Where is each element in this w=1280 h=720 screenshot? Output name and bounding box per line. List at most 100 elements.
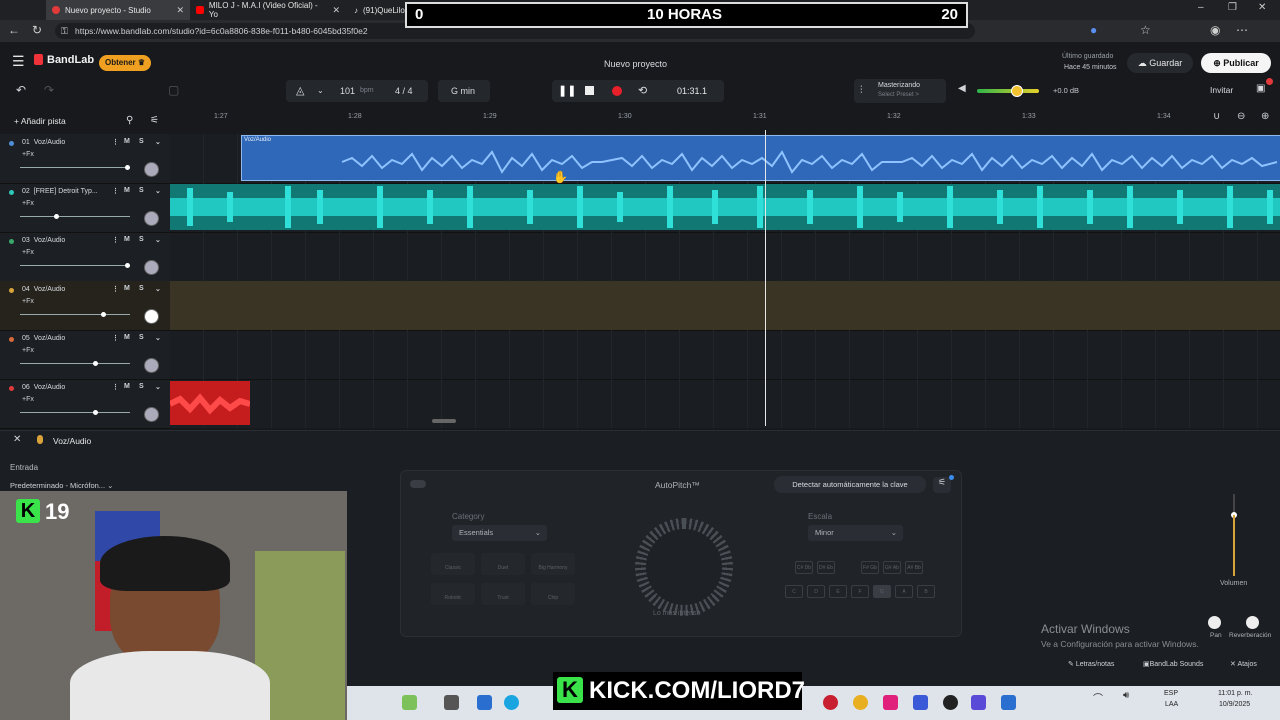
track-volume-slider[interactable] [20, 165, 130, 170]
chevron-down-icon[interactable]: ⌄ [155, 138, 161, 146]
app-icon[interactable] [823, 695, 838, 710]
track-options-icon[interactable]: ⋮ [112, 236, 119, 244]
key-b[interactable]: B [917, 585, 935, 598]
track-volume-slider[interactable] [20, 361, 130, 366]
scale-select[interactable]: Minor ⌄ [808, 525, 903, 541]
favorites-icon[interactable]: ☆ [1140, 23, 1151, 37]
language-indicator[interactable]: ESP [1164, 690, 1178, 697]
metronome-icon[interactable]: ◬ [296, 84, 304, 97]
track-name[interactable]: 03 Voz/Audio [22, 237, 65, 244]
edge-icon[interactable] [504, 695, 519, 710]
pan-dial[interactable] [144, 358, 159, 373]
layout-indicator[interactable]: LAA [1165, 701, 1178, 708]
track-options-icon[interactable]: ⋮ [112, 334, 119, 342]
add-track-button[interactable]: + Añadir pista [14, 116, 66, 126]
track-header-05[interactable]: 05 Voz/Audio +Fx ⋮ M S ⌄ [0, 330, 170, 380]
track-header-03[interactable]: 03 Voz/Audio +Fx ⋮ M S ⌄ [0, 232, 170, 282]
shortcuts-link[interactable]: ✕ Atajos [1230, 660, 1257, 668]
pan-dial[interactable] [144, 260, 159, 275]
mute-speaker-icon[interactable]: ◀︎ [958, 83, 966, 94]
obs-icon[interactable] [943, 695, 958, 710]
weather-icon[interactable] [402, 695, 417, 710]
track-name[interactable]: 04 Voz/Audio [22, 286, 65, 293]
tab-youtube[interactable]: MILO J - M.A.I (Video Oficial) - Yo ✕ [190, 0, 346, 20]
track-fx-button[interactable]: +Fx [22, 249, 34, 256]
chevron-down-icon[interactable]: ⌄ [155, 334, 161, 342]
track-fx-button[interactable]: +Fx [22, 347, 34, 354]
autopitch-toggle[interactable] [410, 480, 426, 488]
mute-button[interactable]: M [124, 285, 130, 292]
preset-big-harmony[interactable]: Big Harmony [531, 553, 575, 575]
chevron-down-icon[interactable]: ⌄ [155, 383, 161, 391]
master-volume-slider[interactable] [977, 85, 1039, 97]
track-volume-slider[interactable] [20, 312, 130, 317]
key-selector[interactable]: G min [438, 80, 490, 102]
close-tab-icon[interactable]: ✕ [332, 5, 340, 16]
volume-knob[interactable] [125, 165, 130, 170]
redo-icon[interactable]: ↷ [44, 83, 54, 97]
panel-volume-slider[interactable] [1231, 494, 1237, 576]
key-a[interactable]: A [895, 585, 913, 598]
hamburger-menu-icon[interactable]: ☰ [12, 53, 25, 70]
timeline-ruler[interactable]: 1:27 1:28 1:29 1:30 1:31 1:32 1:33 1:34 … [170, 110, 1280, 124]
reload-icon[interactable]: ↻ [32, 23, 42, 37]
key-g-sharp[interactable]: G# Ab [883, 561, 901, 574]
volume-icon[interactable]: 🔊︎ [1123, 690, 1129, 701]
preset-chip[interactable]: Chip [531, 583, 575, 605]
bpm-value[interactable]: 101 [340, 86, 355, 96]
settings-sliders-icon[interactable]: ⚟ [933, 477, 951, 493]
track-settings-icon[interactable]: ⚟ [150, 115, 159, 126]
minimize-icon[interactable]: – [1198, 2, 1204, 13]
mute-button[interactable]: M [124, 236, 130, 243]
solo-button[interactable]: S [139, 334, 144, 341]
lane-05[interactable] [170, 330, 1280, 380]
time-signature[interactable]: 4 / 4 [395, 86, 413, 96]
track-name[interactable]: 02 [FREE] Detroit Typ... [22, 188, 98, 195]
detect-key-button[interactable]: Detectar automáticamente la clave [774, 476, 926, 493]
chevron-down-icon[interactable]: ⌄ [155, 187, 161, 195]
clock-date[interactable]: 10/9/2025 [1219, 701, 1250, 708]
invite-button[interactable]: Invitar [1210, 85, 1233, 95]
notifications-icon[interactable]: ▣ [1256, 83, 1265, 94]
volume-knob[interactable] [93, 410, 98, 415]
key-g[interactable]: G [873, 585, 891, 598]
undo-icon[interactable]: ↶ [16, 83, 26, 97]
close-tab-icon[interactable]: ✕ [176, 5, 184, 16]
bandlab-sounds-link[interactable]: ▣BandLab Sounds [1143, 660, 1203, 668]
save-button[interactable]: ☁ Guardar [1127, 53, 1193, 73]
preset-robotic[interactable]: Robotic [431, 583, 475, 605]
chevron-down-icon[interactable]: ⌄ [155, 236, 161, 244]
lane-02[interactable] [170, 183, 1280, 233]
volume-knob[interactable] [54, 214, 59, 219]
solo-button[interactable]: S [139, 187, 144, 194]
track-options-icon[interactable]: ⋮ [112, 285, 119, 293]
key-f[interactable]: F [851, 585, 869, 598]
track-options-icon[interactable]: ⋮ [112, 383, 119, 391]
chrome-icon[interactable] [853, 695, 868, 710]
extension-icon[interactable]: ● [1090, 23, 1097, 37]
track-name[interactable]: 01 Voz/Audio [22, 139, 65, 146]
pan-dial[interactable] [144, 309, 159, 324]
reverb-knob[interactable] [1246, 616, 1259, 629]
track-volume-slider[interactable] [20, 263, 130, 268]
key-c-sharp[interactable]: C# Db [795, 561, 813, 574]
site-info-icon[interactable]: ⚿ [61, 23, 68, 39]
preset-duet[interactable]: Duet [481, 553, 525, 575]
volume-knob[interactable] [101, 312, 106, 317]
track-name[interactable]: 06 Voz/Audio [22, 384, 65, 391]
key-d[interactable]: D [807, 585, 825, 598]
solo-button[interactable]: S [139, 383, 144, 390]
stop-icon[interactable] [585, 86, 594, 95]
pan-dial[interactable] [144, 162, 159, 177]
track-header-06[interactable]: 06 Voz/Audio +Fx ⋮ M S ⌄ [0, 379, 170, 429]
zoom-in-icon[interactable]: ⊕ [1261, 111, 1269, 122]
lane-06[interactable] [170, 379, 1280, 428]
lane-04-armed[interactable] [170, 281, 1280, 331]
store-icon[interactable] [477, 695, 492, 710]
zoom-out-icon[interactable]: ⊖ [1237, 111, 1245, 122]
publish-button[interactable]: ⊕ Publicar [1201, 53, 1271, 73]
key-f-sharp[interactable]: F# Gb [861, 561, 879, 574]
lane-01[interactable]: Voz/Audio [170, 134, 1280, 184]
close-window-icon[interactable]: ✕ [1258, 2, 1266, 13]
horizontal-scrollbar[interactable] [432, 419, 456, 423]
